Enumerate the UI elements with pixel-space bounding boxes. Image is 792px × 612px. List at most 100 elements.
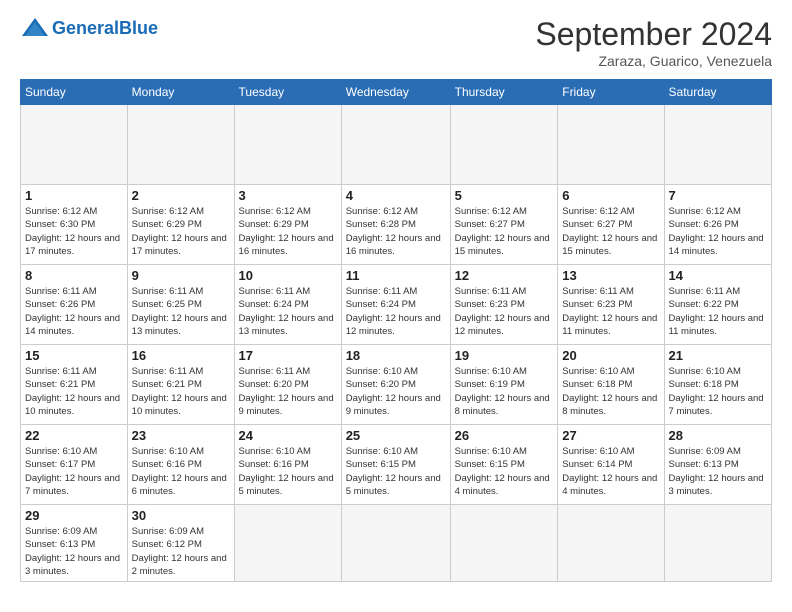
calendar-week-row xyxy=(21,105,772,185)
col-saturday: Saturday xyxy=(664,80,771,105)
day-info: Sunrise: 6:11 AMSunset: 6:23 PMDaylight:… xyxy=(562,286,657,337)
day-info: Sunrise: 6:10 AMSunset: 6:19 PMDaylight:… xyxy=(455,366,550,417)
logo-part1: General xyxy=(52,18,119,38)
title-block: September 2024 Zaraza, Guarico, Venezuel… xyxy=(535,16,772,69)
table-row xyxy=(664,505,771,582)
col-tuesday: Tuesday xyxy=(234,80,341,105)
day-info: Sunrise: 6:11 AMSunset: 6:21 PMDaylight:… xyxy=(132,366,227,417)
calendar-header-row: Sunday Monday Tuesday Wednesday Thursday… xyxy=(21,80,772,105)
table-row xyxy=(450,505,558,582)
calendar-week-row: 29 Sunrise: 6:09 AMSunset: 6:13 PMDaylig… xyxy=(21,505,772,582)
month-title: September 2024 xyxy=(535,16,772,53)
day-info: Sunrise: 6:12 AMSunset: 6:29 PMDaylight:… xyxy=(132,206,227,257)
table-row: 19 Sunrise: 6:10 AMSunset: 6:19 PMDaylig… xyxy=(450,345,558,425)
day-number: 26 xyxy=(455,428,554,443)
day-info: Sunrise: 6:11 AMSunset: 6:20 PMDaylight:… xyxy=(239,366,334,417)
col-friday: Friday xyxy=(558,80,664,105)
logo-icon xyxy=(20,16,50,40)
day-info: Sunrise: 6:09 AMSunset: 6:12 PMDaylight:… xyxy=(132,526,227,577)
table-row: 25 Sunrise: 6:10 AMSunset: 6:15 PMDaylig… xyxy=(341,425,450,505)
table-row: 9 Sunrise: 6:11 AMSunset: 6:25 PMDayligh… xyxy=(127,265,234,345)
table-row: 12 Sunrise: 6:11 AMSunset: 6:23 PMDaylig… xyxy=(450,265,558,345)
table-row: 6 Sunrise: 6:12 AMSunset: 6:27 PMDayligh… xyxy=(558,185,664,265)
table-row: 1 Sunrise: 6:12 AMSunset: 6:30 PMDayligh… xyxy=(21,185,128,265)
table-row: 30 Sunrise: 6:09 AMSunset: 6:12 PMDaylig… xyxy=(127,505,234,582)
day-number: 1 xyxy=(25,188,123,203)
day-number: 18 xyxy=(346,348,446,363)
day-number: 28 xyxy=(669,428,767,443)
table-row xyxy=(450,105,558,185)
table-row: 26 Sunrise: 6:10 AMSunset: 6:15 PMDaylig… xyxy=(450,425,558,505)
day-info: Sunrise: 6:12 AMSunset: 6:28 PMDaylight:… xyxy=(346,206,441,257)
day-number: 13 xyxy=(562,268,659,283)
day-info: Sunrise: 6:10 AMSunset: 6:18 PMDaylight:… xyxy=(562,366,657,417)
day-info: Sunrise: 6:11 AMSunset: 6:24 PMDaylight:… xyxy=(346,286,441,337)
calendar-week-row: 22 Sunrise: 6:10 AMSunset: 6:17 PMDaylig… xyxy=(21,425,772,505)
day-number: 27 xyxy=(562,428,659,443)
day-info: Sunrise: 6:11 AMSunset: 6:21 PMDaylight:… xyxy=(25,366,120,417)
table-row xyxy=(558,505,664,582)
table-row: 13 Sunrise: 6:11 AMSunset: 6:23 PMDaylig… xyxy=(558,265,664,345)
day-number: 25 xyxy=(346,428,446,443)
col-wednesday: Wednesday xyxy=(341,80,450,105)
table-row: 14 Sunrise: 6:11 AMSunset: 6:22 PMDaylig… xyxy=(664,265,771,345)
table-row: 24 Sunrise: 6:10 AMSunset: 6:16 PMDaylig… xyxy=(234,425,341,505)
table-row xyxy=(21,105,128,185)
table-row xyxy=(341,105,450,185)
table-row: 15 Sunrise: 6:11 AMSunset: 6:21 PMDaylig… xyxy=(21,345,128,425)
location: Zaraza, Guarico, Venezuela xyxy=(535,53,772,69)
table-row: 29 Sunrise: 6:09 AMSunset: 6:13 PMDaylig… xyxy=(21,505,128,582)
day-number: 11 xyxy=(346,268,446,283)
day-number: 4 xyxy=(346,188,446,203)
day-number: 6 xyxy=(562,188,659,203)
table-row: 28 Sunrise: 6:09 AMSunset: 6:13 PMDaylig… xyxy=(664,425,771,505)
table-row xyxy=(234,505,341,582)
day-info: Sunrise: 6:12 AMSunset: 6:26 PMDaylight:… xyxy=(669,206,764,257)
day-number: 2 xyxy=(132,188,230,203)
calendar-week-row: 8 Sunrise: 6:11 AMSunset: 6:26 PMDayligh… xyxy=(21,265,772,345)
table-row xyxy=(127,105,234,185)
day-number: 29 xyxy=(25,508,123,523)
table-row xyxy=(341,505,450,582)
day-info: Sunrise: 6:10 AMSunset: 6:16 PMDaylight:… xyxy=(132,446,227,497)
day-number: 19 xyxy=(455,348,554,363)
day-number: 9 xyxy=(132,268,230,283)
table-row: 10 Sunrise: 6:11 AMSunset: 6:24 PMDaylig… xyxy=(234,265,341,345)
day-number: 17 xyxy=(239,348,337,363)
day-number: 14 xyxy=(669,268,767,283)
day-info: Sunrise: 6:11 AMSunset: 6:24 PMDaylight:… xyxy=(239,286,334,337)
day-info: Sunrise: 6:09 AMSunset: 6:13 PMDaylight:… xyxy=(669,446,764,497)
table-row: 7 Sunrise: 6:12 AMSunset: 6:26 PMDayligh… xyxy=(664,185,771,265)
day-number: 16 xyxy=(132,348,230,363)
table-row xyxy=(234,105,341,185)
day-info: Sunrise: 6:11 AMSunset: 6:25 PMDaylight:… xyxy=(132,286,227,337)
logo: GeneralBlue xyxy=(20,16,158,40)
day-number: 3 xyxy=(239,188,337,203)
day-number: 10 xyxy=(239,268,337,283)
day-number: 20 xyxy=(562,348,659,363)
day-info: Sunrise: 6:12 AMSunset: 6:29 PMDaylight:… xyxy=(239,206,334,257)
day-info: Sunrise: 6:10 AMSunset: 6:18 PMDaylight:… xyxy=(669,366,764,417)
day-info: Sunrise: 6:12 AMSunset: 6:30 PMDaylight:… xyxy=(25,206,120,257)
day-info: Sunrise: 6:10 AMSunset: 6:17 PMDaylight:… xyxy=(25,446,120,497)
day-number: 5 xyxy=(455,188,554,203)
table-row: 21 Sunrise: 6:10 AMSunset: 6:18 PMDaylig… xyxy=(664,345,771,425)
day-number: 15 xyxy=(25,348,123,363)
col-sunday: Sunday xyxy=(21,80,128,105)
table-row: 18 Sunrise: 6:10 AMSunset: 6:20 PMDaylig… xyxy=(341,345,450,425)
day-info: Sunrise: 6:11 AMSunset: 6:23 PMDaylight:… xyxy=(455,286,550,337)
day-info: Sunrise: 6:09 AMSunset: 6:13 PMDaylight:… xyxy=(25,526,120,577)
table-row: 2 Sunrise: 6:12 AMSunset: 6:29 PMDayligh… xyxy=(127,185,234,265)
calendar-week-row: 15 Sunrise: 6:11 AMSunset: 6:21 PMDaylig… xyxy=(21,345,772,425)
table-row: 5 Sunrise: 6:12 AMSunset: 6:27 PMDayligh… xyxy=(450,185,558,265)
table-row: 16 Sunrise: 6:11 AMSunset: 6:21 PMDaylig… xyxy=(127,345,234,425)
day-info: Sunrise: 6:11 AMSunset: 6:26 PMDaylight:… xyxy=(25,286,120,337)
table-row: 11 Sunrise: 6:11 AMSunset: 6:24 PMDaylig… xyxy=(341,265,450,345)
day-number: 12 xyxy=(455,268,554,283)
table-row: 3 Sunrise: 6:12 AMSunset: 6:29 PMDayligh… xyxy=(234,185,341,265)
day-info: Sunrise: 6:10 AMSunset: 6:20 PMDaylight:… xyxy=(346,366,441,417)
day-info: Sunrise: 6:10 AMSunset: 6:15 PMDaylight:… xyxy=(455,446,550,497)
day-info: Sunrise: 6:11 AMSunset: 6:22 PMDaylight:… xyxy=(669,286,764,337)
day-info: Sunrise: 6:12 AMSunset: 6:27 PMDaylight:… xyxy=(562,206,657,257)
day-info: Sunrise: 6:10 AMSunset: 6:14 PMDaylight:… xyxy=(562,446,657,497)
